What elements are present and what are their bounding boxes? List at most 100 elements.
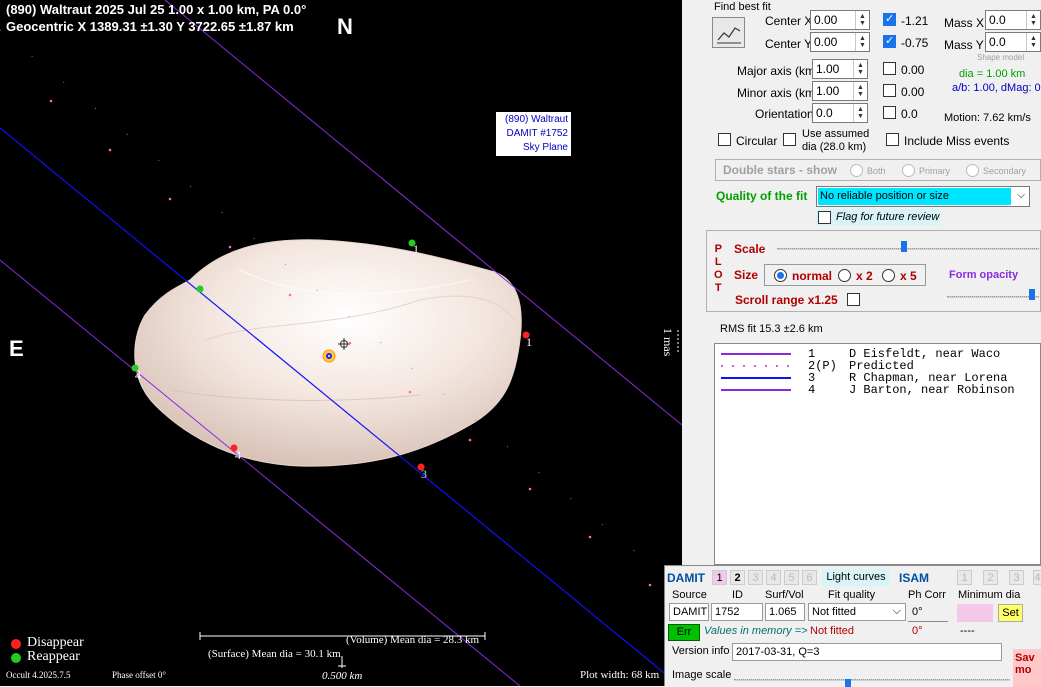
major-axis-checkbox[interactable] bbox=[883, 62, 896, 75]
damit-tab-2[interactable]: 2 bbox=[730, 570, 745, 585]
min-dia-swatch bbox=[957, 604, 993, 622]
scroll-range-checkbox[interactable] bbox=[847, 293, 860, 306]
scale-slider-thumb[interactable] bbox=[901, 241, 907, 252]
north-label: N bbox=[337, 14, 353, 39]
ph-corr-memory: 0° bbox=[912, 625, 923, 637]
image-scale-label: Image scale bbox=[672, 669, 732, 681]
damit-tab-6[interactable]: 6 bbox=[802, 570, 817, 585]
orientation-input[interactable]: 0.0 ▲ ▼ bbox=[812, 103, 868, 123]
line-style-icon bbox=[721, 365, 791, 367]
damit-tab-4[interactable]: 4 bbox=[766, 570, 781, 585]
source-field[interactable]: DAMIT bbox=[669, 603, 709, 621]
both-radio[interactable] bbox=[850, 164, 863, 177]
minor-axis-result: 0.00 bbox=[901, 85, 925, 99]
rms-fit: RMS fit 15.3 ±2.6 km bbox=[720, 323, 823, 335]
object-name: (890) Waltraut bbox=[505, 114, 568, 125]
surfvol-field[interactable]: 1.065 bbox=[765, 603, 805, 621]
min-dia-memory: ---- bbox=[960, 625, 975, 637]
scale-slider[interactable] bbox=[777, 248, 1039, 250]
center-x-label: Center X bbox=[765, 14, 813, 28]
size-label: Size bbox=[734, 268, 759, 282]
ph-corr-value: 0° bbox=[912, 606, 923, 618]
disappear-icon bbox=[11, 639, 21, 649]
center-y-input[interactable]: 0.00 ▲ ▼ bbox=[810, 32, 870, 52]
circular-label: Circular bbox=[736, 134, 778, 148]
scale-km: 0.500 km bbox=[322, 670, 363, 682]
primary-radio[interactable] bbox=[902, 164, 915, 177]
minor-axis-checkbox[interactable] bbox=[883, 84, 896, 97]
include-miss-checkbox[interactable] bbox=[886, 133, 899, 146]
save-model-button[interactable]: Sav mo bbox=[1013, 649, 1041, 687]
id-field[interactable]: 1752 bbox=[711, 603, 763, 621]
occultation-plot[interactable]: (890) Waltraut 2025 Jul 25 1.00 x 1.00 k… bbox=[0, 0, 682, 686]
size-normal-radio[interactable] bbox=[774, 269, 787, 282]
fit-quality-header: Fit quality bbox=[828, 589, 876, 601]
list-item[interactable]: 4J Barton, near Robinson bbox=[715, 384, 1040, 396]
secondary-radio[interactable] bbox=[966, 164, 979, 177]
chevron-down-icon: ⌵ bbox=[892, 605, 901, 617]
center-y-checkbox[interactable] bbox=[883, 34, 896, 48]
use-assumed-label: Use assumed bbox=[802, 128, 870, 140]
damit-label: DAMIT bbox=[667, 571, 705, 585]
use-assumed-checkbox[interactable] bbox=[783, 133, 796, 146]
circular-checkbox[interactable] bbox=[718, 133, 731, 146]
image-scale-slider[interactable] bbox=[734, 679, 1010, 681]
reappear-dot-3 bbox=[196, 285, 204, 293]
isam-label: ISAM bbox=[899, 571, 929, 585]
isam-tab-3[interactable]: 3 bbox=[1009, 570, 1024, 585]
size-x2-radio[interactable] bbox=[838, 269, 851, 282]
size-x5-radio[interactable] bbox=[882, 269, 895, 282]
ph-corr-line bbox=[908, 621, 948, 622]
line-style-icon bbox=[721, 389, 791, 391]
motion-label: Motion: 7.62 km/s bbox=[944, 112, 1031, 124]
shape-model-label: Shape model bbox=[977, 53, 1025, 62]
form-opacity-thumb[interactable] bbox=[1029, 289, 1035, 300]
find-best-fit-button[interactable] bbox=[712, 17, 745, 48]
both-label: Both bbox=[867, 166, 886, 176]
mass-x-input[interactable]: 0.0 ▲ ▼ bbox=[985, 10, 1041, 30]
source-header: Source bbox=[672, 589, 707, 601]
chord-label: 3 bbox=[421, 467, 427, 481]
form-opacity-slider[interactable] bbox=[947, 296, 1039, 298]
damit-tab-1[interactable]: 1 bbox=[712, 570, 727, 585]
minor-axis-input[interactable]: 1.00 ▲ ▼ bbox=[812, 81, 868, 101]
size-x5-label: x 5 bbox=[900, 269, 917, 283]
size-x2-label: x 2 bbox=[856, 269, 873, 283]
mass-y-input[interactable]: 0.0 ▲ ▼ bbox=[985, 32, 1041, 52]
mass-y-label: Mass Y bbox=[944, 38, 984, 52]
version-label: Occult 4.2025.7.5 bbox=[6, 670, 71, 680]
isam-tab-2[interactable]: 2 bbox=[983, 570, 998, 585]
isam-tab-4[interactable]: 4 bbox=[1033, 570, 1041, 585]
flag-review-checkbox[interactable] bbox=[818, 211, 831, 224]
light-curves-button[interactable]: Light curves bbox=[822, 569, 890, 586]
orientation-checkbox[interactable] bbox=[883, 106, 896, 119]
version-info-field[interactable]: 2017-03-31, Q=3 bbox=[732, 643, 1002, 661]
object-label-box: (890) Waltraut DAMIT #1752 Sky Plane bbox=[496, 112, 571, 156]
set-button[interactable]: Set bbox=[998, 604, 1023, 622]
err-button[interactable]: Err bbox=[668, 624, 700, 641]
center-x-input[interactable]: 0.00 ▲ ▼ bbox=[810, 10, 870, 30]
fit-quality-memory: Not fitted bbox=[810, 625, 855, 637]
line-style-icon bbox=[721, 377, 791, 379]
chord-3 bbox=[0, 127, 681, 686]
version-info-label: Version info bbox=[672, 645, 730, 657]
major-axis-result: 0.00 bbox=[901, 63, 925, 77]
orientation-label: Orientation bbox=[755, 107, 814, 121]
center-y-label: Center Y bbox=[765, 37, 813, 51]
shape-model-panel: DAMIT 1 2 3 4 5 6 Light curves ISAM 1 2 … bbox=[664, 565, 1041, 687]
min-dia-header: Minimum dia bbox=[958, 589, 1021, 601]
damit-tab-3[interactable]: 3 bbox=[748, 570, 763, 585]
quality-select[interactable]: No reliable position or size ⌵ bbox=[816, 186, 1030, 207]
isam-tab-1[interactable]: 1 bbox=[957, 570, 972, 585]
major-axis-input[interactable]: 1.00 ▲ ▼ bbox=[812, 59, 868, 79]
secondary-label: Secondary bbox=[983, 166, 1027, 176]
center-x-checkbox[interactable] bbox=[883, 12, 896, 26]
primary-label: Primary bbox=[919, 166, 950, 176]
major-axis-label: Major axis (km) bbox=[737, 64, 820, 78]
damit-tab-5[interactable]: 5 bbox=[784, 570, 799, 585]
ab-dmag-label: a/b: 1.00, dMag: 0.00 bbox=[952, 82, 1041, 94]
legend-reappear: Reappear bbox=[27, 649, 80, 664]
fit-quality-select[interactable]: Not fitted ⌵ bbox=[808, 603, 906, 621]
plot-geocentric: Geocentric X 1389.31 ±1.30 Y 3722.65 ±1.… bbox=[6, 19, 294, 34]
observer-list[interactable]: 1D Eisfeldt, near Waco 2(P) Predicted 3R … bbox=[714, 343, 1041, 565]
